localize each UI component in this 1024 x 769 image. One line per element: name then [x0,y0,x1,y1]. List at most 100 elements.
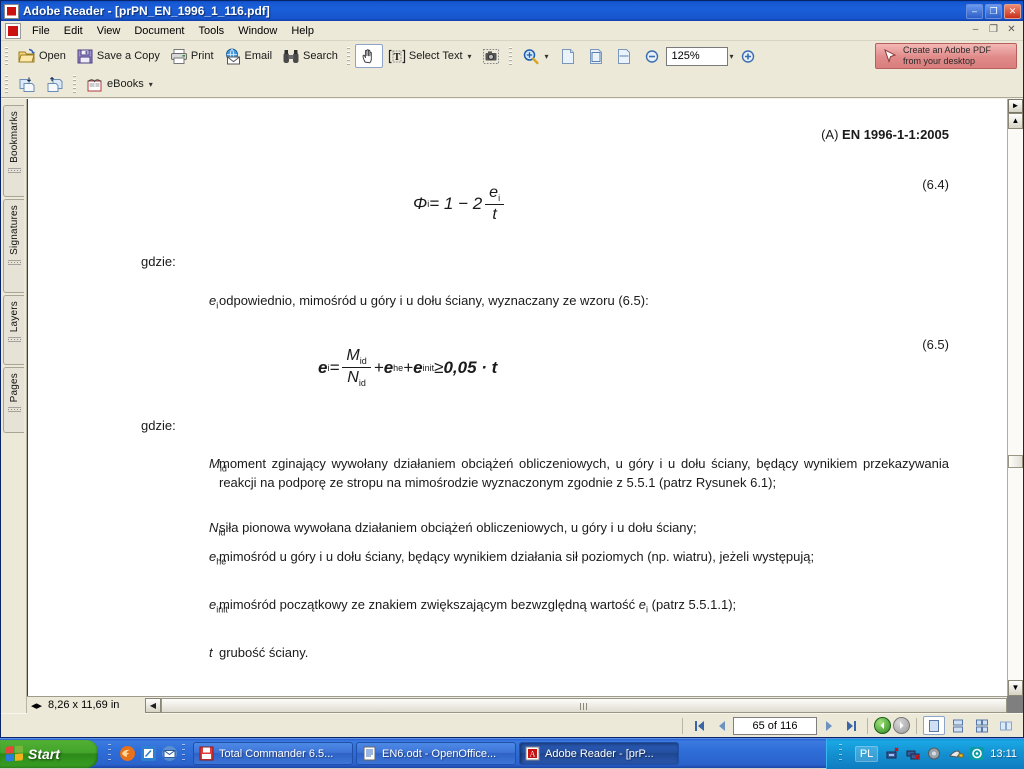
taskbuttons-grip[interactable] [182,744,189,764]
camera-snapshot-icon [482,48,500,65]
actual-size-button[interactable] [554,44,582,68]
secondary-toolbar: eBooks ▾ [1,71,1023,98]
maximize-restore-button[interactable]: ❐ [985,4,1002,19]
menu-window[interactable]: Window [231,23,284,39]
tray-grip[interactable] [839,744,846,764]
single-page-layout-button[interactable] [923,716,945,735]
horizontal-scroll-track[interactable] [161,698,1007,713]
print-button[interactable]: Print [165,44,219,68]
select-text-button[interactable]: T Select Text ▾ [383,44,477,68]
menu-edit[interactable]: Edit [57,23,90,39]
last-page-button[interactable] [841,717,861,735]
network-disconnected-icon-1[interactable] [885,746,901,761]
fit-page-button[interactable] [582,44,610,68]
export-pages-button[interactable] [13,72,41,96]
start-button[interactable]: Start [0,740,98,768]
search-button[interactable]: Search [277,44,343,68]
open-button[interactable]: Open [13,44,71,68]
minimize-button[interactable]: – [966,4,983,19]
bookmarks-tab-grip-icon [8,168,21,173]
select-text-dropdown-caret[interactable]: ▾ [468,52,472,61]
mouse-settings-icon[interactable] [948,746,964,761]
network-disconnected-icon-2[interactable] [906,746,922,761]
eq65-value: 0,05 · t [443,358,497,378]
toolbar-grip-ebooks[interactable] [72,73,78,95]
ebooks-button[interactable]: eBooks ▾ [81,72,158,96]
horizontal-scroll-thumb[interactable] [161,698,1007,713]
toolbar-grip-file[interactable] [4,45,10,67]
page-size-indicator: ◂▸ 8,26 x 11,69 in [27,697,145,714]
sidebar-tab-layers[interactable]: Layers [3,295,24,365]
zoom-in-tool-button[interactable]: ▾ [517,44,554,68]
start-button-label: Start [28,746,60,762]
toolbar-grip-basic[interactable] [346,45,352,67]
taskbar-item-total-commander[interactable]: Total Commander 6.5... [193,742,353,765]
eq64-denominator: t [488,205,500,224]
email-button[interactable]: Email [219,44,278,68]
facing-layout-button[interactable] [995,716,1017,735]
pdf-page-canvas[interactable]: (A) EN 1996-1-1:2005 (6.4) Φi = 1 − 2 ei… [27,99,1007,696]
document-vertical-scrollbar[interactable]: ► ▲ ▼ [1007,99,1023,696]
next-page-button[interactable] [819,717,839,735]
continuous-layout-button[interactable] [947,716,969,735]
eq65-plus-1: + [374,358,384,378]
outlook-express-icon[interactable] [161,745,178,762]
eq65-lhs: e [318,358,327,378]
fit-width-button[interactable] [610,44,638,68]
zoom-level-dropdown-caret[interactable]: ▾ [730,52,734,61]
signatures-tab-grip-icon [8,260,21,265]
toolbar-grip-zoom[interactable] [508,45,514,67]
vertical-scroll-thumb[interactable] [1008,455,1023,468]
volume-speaker-icon[interactable] [927,746,943,761]
menu-document[interactable]: Document [127,23,191,39]
mdi-minimize-button[interactable]: – [967,23,984,38]
vertical-scroll-track[interactable] [1008,129,1023,680]
openoffice-writer-icon [362,746,377,761]
eq65-ge: ≥ [434,358,443,378]
scroll-down-arrow[interactable]: ▼ [1008,680,1023,696]
ebooks-dropdown-caret[interactable]: ▾ [149,80,153,89]
teal-app-icon[interactable] [969,746,985,761]
previous-page-button[interactable] [711,717,731,735]
quicklaunch-grip[interactable] [108,744,115,764]
continuous-facing-layout-button[interactable] [971,716,993,735]
hand-tool-button[interactable] [355,44,383,68]
taskbar-item-adobe-reader[interactable]: A Adobe Reader - [prP... [519,742,679,765]
menu-file[interactable]: File [25,23,57,39]
menu-tools[interactable]: Tools [192,23,232,39]
first-page-button[interactable] [689,717,709,735]
taskbar-item-openoffice[interactable]: EN6.odt - OpenOffice... [356,742,516,765]
eq65-term-ehe: e [384,358,393,378]
scroll-left-arrow[interactable]: ◀ [145,698,161,713]
scroll-split-button[interactable]: ► [1008,99,1023,113]
zoom-level-input[interactable]: 125% [666,47,728,66]
zoom-in-button[interactable] [734,44,762,68]
menu-help[interactable]: Help [284,23,321,39]
document-horizontal-scrollbar[interactable]: ◂▸ 8,26 x 11,69 in ◀ [27,696,1007,713]
firefox-icon[interactable] [119,745,136,762]
snapshot-tool-button[interactable] [477,44,505,68]
menu-view[interactable]: View [90,23,128,39]
toolbar-grip-tasks[interactable] [4,73,10,95]
document-view-area[interactable]: (A) EN 1996-1-1:2005 (6.4) Φi = 1 − 2 ei… [27,99,1023,713]
language-indicator[interactable]: PL [855,746,878,762]
import-pages-button[interactable] [41,72,69,96]
mdi-close-button[interactable]: ✕ [1003,23,1020,38]
page-number-field[interactable]: 65 of 116 [733,717,817,735]
zoom-tool-dropdown-caret[interactable]: ▾ [545,52,549,61]
close-button[interactable]: ✕ [1004,4,1021,19]
show-desktop-icon[interactable] [140,745,157,762]
sidebar-tab-signatures[interactable]: Signatures [3,199,24,293]
save-a-copy-button[interactable]: Save a Copy [71,44,165,68]
next-view-button[interactable] [893,717,910,734]
page-export-down-icon [18,76,36,93]
previous-view-button[interactable] [874,717,891,734]
create-adobe-pdf-banner[interactable]: Create an Adobe PDF from your desktop [875,43,1017,69]
taskbar-clock[interactable]: 13:11 [990,748,1017,760]
scroll-up-arrow[interactable]: ▲ [1008,113,1023,129]
sidebar-tab-bookmarks[interactable]: Bookmarks [3,105,24,197]
definition-symbol-einit: einit [141,595,219,620]
mdi-restore-button[interactable]: ❐ [985,23,1002,38]
zoom-out-button[interactable] [638,44,666,68]
sidebar-tab-pages[interactable]: Pages [3,367,24,433]
